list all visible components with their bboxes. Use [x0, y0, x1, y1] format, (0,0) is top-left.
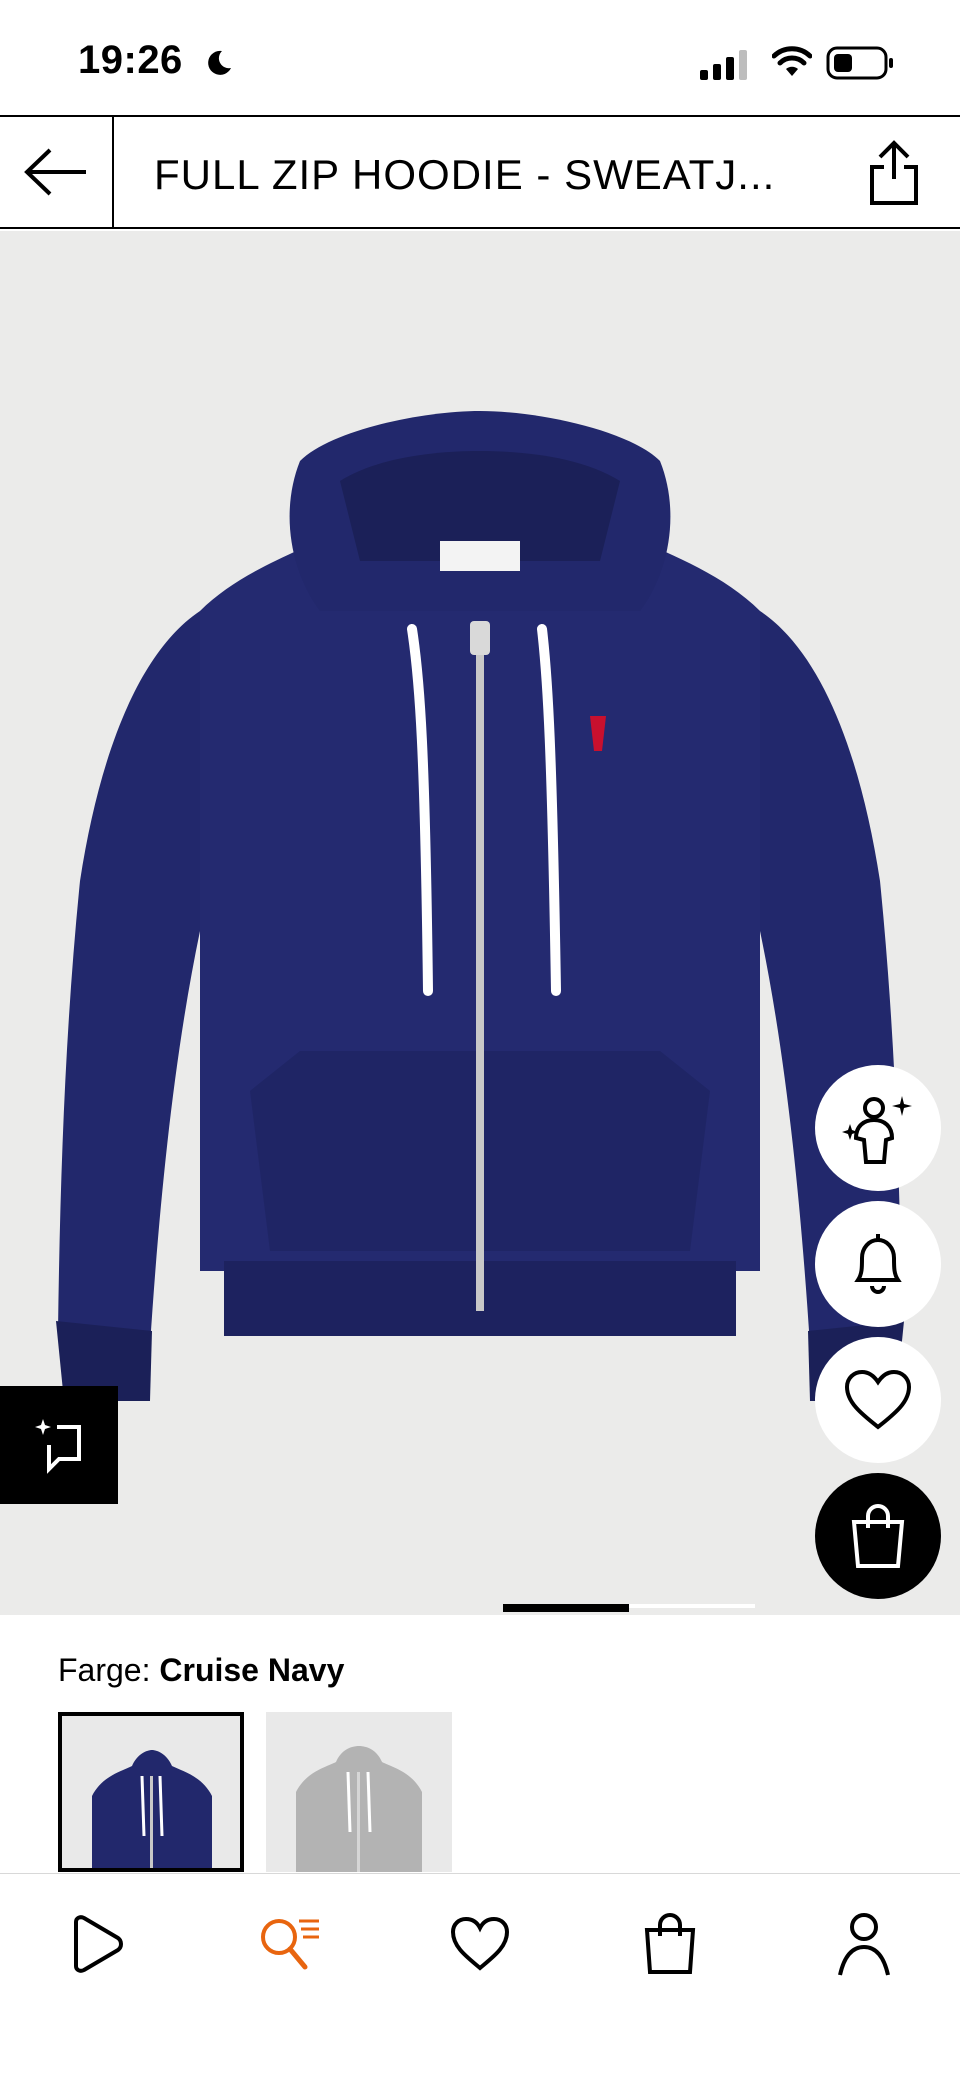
bottom-navigation: [0, 1873, 960, 2079]
virtual-try-on-button[interactable]: [815, 1065, 941, 1191]
nav-account[interactable]: [824, 1904, 904, 1984]
back-button[interactable]: [0, 117, 114, 227]
add-to-bag-button[interactable]: [815, 1473, 941, 1599]
nav-home[interactable]: [56, 1904, 136, 1984]
swatch-image: [266, 1712, 452, 1872]
bell-icon: [854, 1234, 902, 1294]
swatch-image: [62, 1716, 240, 1868]
product-image[interactable]: [0, 231, 960, 1615]
heart-icon: [844, 1369, 912, 1430]
wishlist-button[interactable]: [815, 1337, 941, 1463]
share-button[interactable]: [858, 135, 930, 211]
nav-search[interactable]: [248, 1904, 328, 1984]
status-time: 19:26: [78, 38, 183, 82]
page-title: FULL ZIP HOODIE - SWEATJ...: [154, 151, 776, 198]
moon-icon: [208, 50, 231, 75]
search-icon: [261, 1919, 319, 1970]
carousel-indicator-active: [503, 1604, 629, 1612]
play-icon: [74, 1915, 123, 1973]
heart-icon: [450, 1916, 510, 1971]
battery-icon: [826, 46, 893, 80]
person-icon: [838, 1913, 890, 1976]
nav-wishlist[interactable]: [440, 1904, 520, 1984]
arrow-left-icon: [24, 148, 86, 196]
carousel-indicator: [629, 1604, 755, 1608]
color-value: Cruise Navy: [159, 1652, 345, 1688]
color-label-prefix: Farge:: [58, 1652, 151, 1688]
sparkle-chat-icon: [35, 1419, 81, 1474]
status-bar: 19:26: [0, 0, 960, 115]
color-label: Farge: Cruise Navy: [58, 1652, 344, 1689]
signal-icon: [700, 50, 747, 80]
nav-bag[interactable]: [630, 1904, 710, 1984]
image-carousel-indicator: [0, 1604, 960, 1614]
shopping-bag-icon: [851, 1504, 905, 1568]
ai-assistant-button[interactable]: [0, 1386, 118, 1504]
header: FULL ZIP HOODIE - SWEATJ...: [0, 115, 960, 229]
notify-button[interactable]: [815, 1201, 941, 1327]
shopping-bag-icon: [644, 1913, 696, 1974]
person-sparkle-icon: [842, 1096, 912, 1164]
color-swatch-navy[interactable]: [58, 1712, 244, 1872]
color-swatch-grey[interactable]: [266, 1712, 452, 1872]
wifi-icon: [772, 46, 812, 76]
share-icon: [870, 140, 918, 205]
